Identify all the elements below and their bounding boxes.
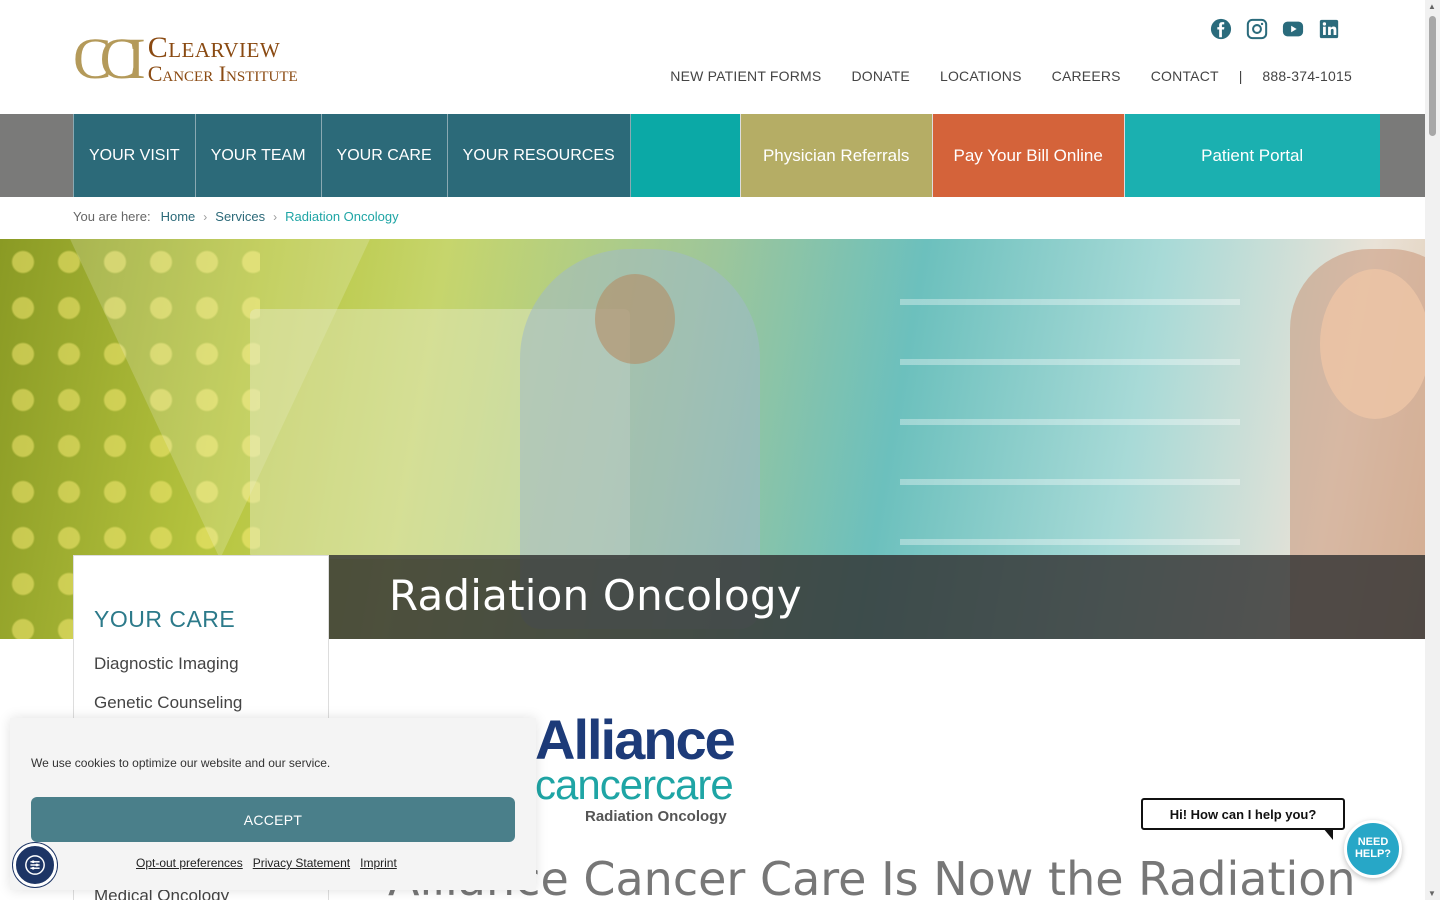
cookie-banner: We use cookies to optimize our website a… xyxy=(10,718,536,890)
nav-your-team[interactable]: YOUR TEAM xyxy=(194,114,321,197)
nav-your-care[interactable]: YOUR CARE xyxy=(320,114,447,197)
sliders-icon xyxy=(25,855,45,875)
logo-name-line1: Clearview xyxy=(147,31,281,64)
nav-locations[interactable]: LOCATIONS xyxy=(940,68,1022,84)
nav-your-visit[interactable]: YOUR VISIT xyxy=(73,114,195,197)
main-nav: YOUR VISIT YOUR TEAM YOUR CARE YOUR RESO… xyxy=(0,114,1425,197)
nav-separator: | xyxy=(1238,68,1243,84)
logo-mark: CCI xyxy=(73,26,146,91)
hero-title-bar: Radiation Oncology xyxy=(329,555,1425,639)
social-links xyxy=(1210,18,1340,40)
page-title: Radiation Oncology xyxy=(389,571,802,620)
privacy-statement-link[interactable]: Privacy Statement xyxy=(253,856,350,870)
utility-nav: NEW PATIENT FORMS DONATE LOCATIONS CAREE… xyxy=(640,68,1352,84)
nav-new-patient-forms[interactable]: NEW PATIENT FORMS xyxy=(670,68,821,84)
opt-out-link[interactable]: Opt-out preferences xyxy=(136,856,243,870)
breadcrumb-home[interactable]: Home xyxy=(161,209,196,224)
chat-greeting[interactable]: Hi! How can I help you? xyxy=(1141,798,1345,840)
youtube-icon[interactable] xyxy=(1282,18,1304,40)
instagram-icon[interactable] xyxy=(1246,18,1268,40)
breadcrumb-current: Radiation Oncology xyxy=(285,209,399,224)
nav-donate[interactable]: DONATE xyxy=(851,68,910,84)
breadcrumb: You are here: Home › Services › Radiatio… xyxy=(73,209,399,224)
phone-link[interactable]: 888-374-1015 xyxy=(1262,68,1352,84)
breadcrumb-services[interactable]: Services xyxy=(215,209,265,224)
linkedin-icon[interactable] xyxy=(1318,18,1340,40)
physician-referrals-button[interactable]: Physician Referrals xyxy=(739,114,932,197)
cookie-settings-button[interactable] xyxy=(13,843,57,887)
nav-contact[interactable]: CONTACT xyxy=(1151,68,1219,84)
site-header: CCI Clearview Cancer Institute NEW PATIE… xyxy=(0,0,1425,114)
partner-logo-line3: Radiation Oncology xyxy=(585,808,727,825)
nav-careers[interactable]: CAREERS xyxy=(1052,68,1121,84)
need-help-button[interactable]: NEED HELP? xyxy=(1344,820,1402,878)
chevron-right-icon: › xyxy=(203,209,208,224)
patient-portal-button[interactable]: Patient Portal xyxy=(1123,114,1380,197)
nav-your-resources[interactable]: YOUR RESOURCES xyxy=(446,114,630,197)
nav-spacer xyxy=(629,114,740,197)
imprint-link[interactable]: Imprint xyxy=(360,856,397,870)
page-scrollbar[interactable]: ▲ ▼ xyxy=(1425,0,1440,900)
partner-logo-line1: Alliance xyxy=(535,708,736,771)
pay-bill-button[interactable]: Pay Your Bill Online xyxy=(931,114,1124,197)
sidebar-item-genetic-counseling[interactable]: Genetic Counseling xyxy=(94,693,242,713)
facebook-icon[interactable] xyxy=(1210,18,1232,40)
scrollbar-thumb[interactable] xyxy=(1429,16,1436,136)
scroll-up-icon[interactable]: ▲ xyxy=(1428,2,1436,11)
sidebar-heading: YOUR CARE xyxy=(94,606,236,632)
cookie-message: We use cookies to optimize our website a… xyxy=(31,756,331,770)
sidebar-item-diagnostic-imaging[interactable]: Diagnostic Imaging xyxy=(94,654,239,674)
chevron-right-icon: › xyxy=(273,209,278,224)
site-logo[interactable]: CCI Clearview Cancer Institute xyxy=(73,30,298,88)
partner-logo-line2: cancercare xyxy=(535,761,734,808)
accept-cookies-button[interactable]: ACCEPT xyxy=(31,797,515,842)
breadcrumb-prefix: You are here: xyxy=(73,209,151,224)
scroll-down-icon[interactable]: ▼ xyxy=(1428,889,1436,898)
logo-name-line2: Cancer Institute xyxy=(147,61,298,86)
